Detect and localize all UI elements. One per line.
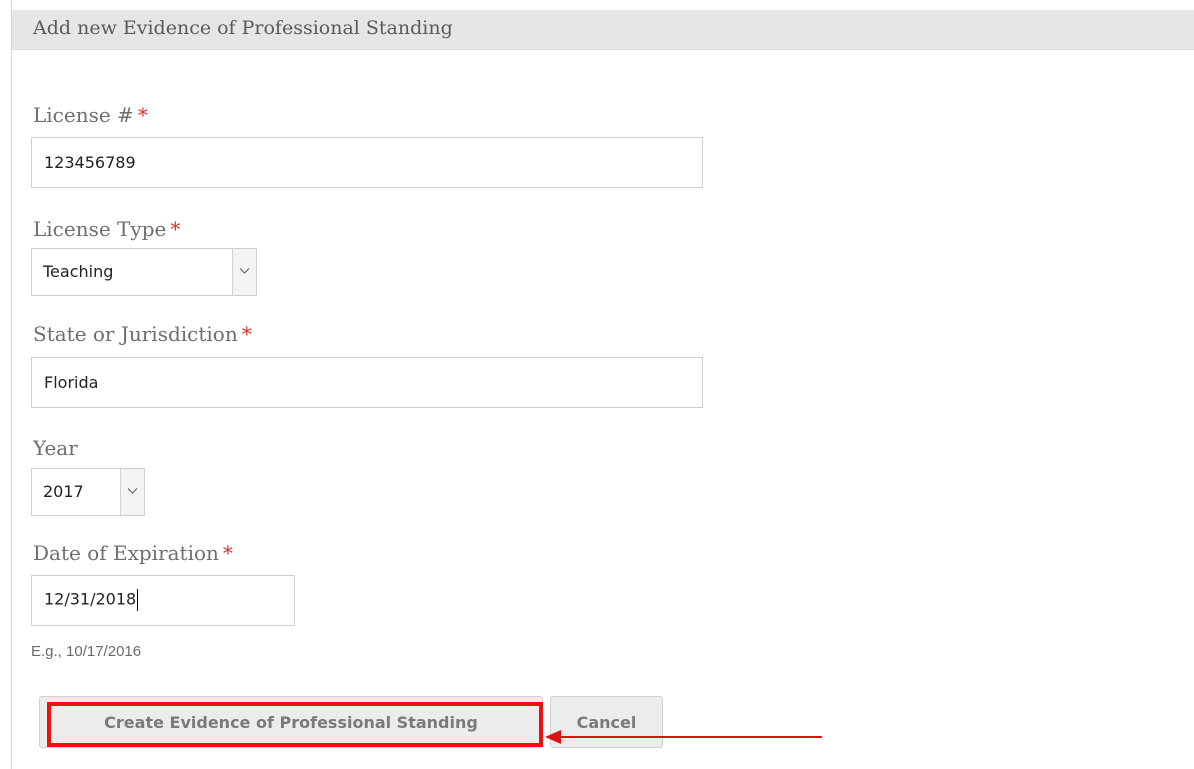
left-border xyxy=(11,0,12,769)
chevron-down-icon xyxy=(127,488,138,494)
expiration-date-value: 12/31/2018 xyxy=(44,589,139,611)
state-label: State or Jurisdiction * xyxy=(33,322,252,346)
year-label-text: Year xyxy=(33,436,78,460)
date-format-hint: E.g., 10/17/2016 xyxy=(31,643,142,660)
year-label: Year xyxy=(33,436,78,460)
expiration-date-text: 12/31/2018 xyxy=(44,589,137,609)
chevron-down-icon xyxy=(239,268,250,274)
required-marker: * xyxy=(170,217,181,241)
license-number-label: License # * xyxy=(33,103,148,127)
annotation-arrow-icon xyxy=(545,730,822,744)
license-number-label-text: License # xyxy=(33,103,134,127)
license-number-input[interactable] xyxy=(31,137,703,188)
expiration-label-text: Date of Expiration xyxy=(33,541,219,565)
license-type-label-text: License Type xyxy=(33,217,167,241)
state-label-text: State or Jurisdiction xyxy=(33,322,238,346)
year-select[interactable]: 2017 xyxy=(31,468,145,516)
license-type-label: License Type * xyxy=(33,217,180,241)
state-input[interactable] xyxy=(31,357,703,408)
dropdown-toggle[interactable] xyxy=(120,469,144,515)
expiration-label: Date of Expiration * xyxy=(33,541,233,565)
text-cursor xyxy=(137,589,139,611)
license-type-select[interactable]: Teaching xyxy=(31,248,257,296)
expiration-date-input[interactable]: 12/31/2018 xyxy=(31,575,295,626)
panel-header: Add new Evidence of Professional Standin… xyxy=(12,10,1194,50)
license-type-selected-value: Teaching xyxy=(43,262,114,281)
create-evidence-button[interactable]: Create Evidence of Professional Standing xyxy=(39,696,543,748)
panel-title: Add new Evidence of Professional Standin… xyxy=(33,17,453,39)
required-marker: * xyxy=(137,103,148,127)
year-selected-value: 2017 xyxy=(43,482,84,501)
dropdown-toggle[interactable] xyxy=(232,249,256,295)
required-marker: * xyxy=(241,322,252,346)
required-marker: * xyxy=(222,541,233,565)
